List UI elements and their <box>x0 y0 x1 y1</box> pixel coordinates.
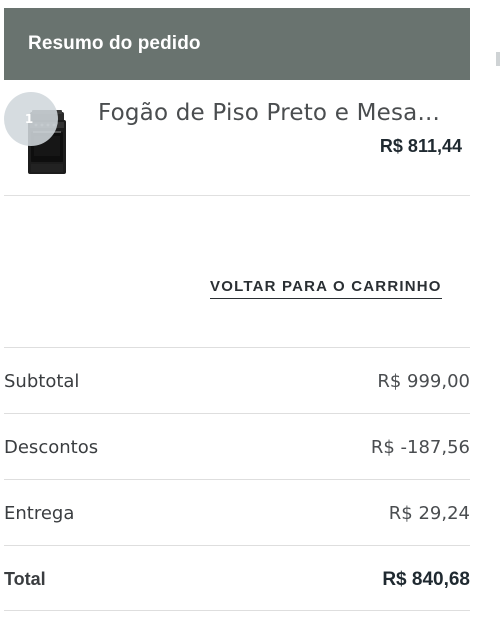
subtotal-row: Subtotal R$ 999,00 <box>4 347 470 413</box>
back-to-cart-link[interactable]: VOLTAR PARA O CARRINHO <box>210 276 442 299</box>
order-summary-header: Resumo do pedido <box>4 8 470 80</box>
total-row: Total R$ 840,68 <box>4 545 470 611</box>
shipping-label: Entrega <box>4 503 75 524</box>
order-totals: Subtotal R$ 999,00 Descontos R$ -187,56 … <box>4 347 470 611</box>
discounts-label: Descontos <box>4 437 99 458</box>
shipping-row: Entrega R$ 29,24 <box>4 479 470 545</box>
product-price: R$ 811,44 <box>379 136 462 156</box>
scrollbar-edge[interactable] <box>496 52 500 66</box>
quantity-badge: 1 <box>4 92 58 146</box>
discounts-row: Descontos R$ -187,56 <box>4 413 470 479</box>
discounts-value: R$ -187,56 <box>370 437 470 458</box>
total-value: R$ 840,68 <box>382 569 470 590</box>
order-summary: Resumo do pedido 1 Fogão de Piso Preto e… <box>4 8 470 196</box>
product-line-item: 1 Fogão de Piso Preto e Mesa... R$ 811,4… <box>4 80 470 196</box>
product-name[interactable]: Fogão de Piso Preto e Mesa... <box>98 100 440 126</box>
subtotal-value: R$ 999,00 <box>377 371 470 392</box>
shipping-value: R$ 29,24 <box>388 503 470 524</box>
total-label: Total <box>4 569 46 589</box>
subtotal-label: Subtotal <box>4 371 80 392</box>
